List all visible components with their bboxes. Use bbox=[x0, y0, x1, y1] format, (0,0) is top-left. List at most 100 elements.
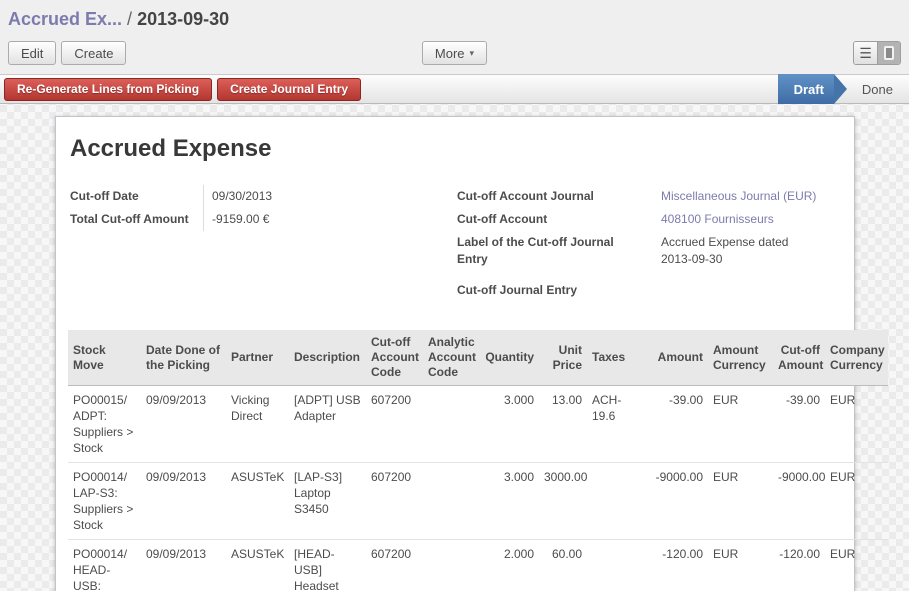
field-cutoff-account-journal: Cut-off Account Journal Miscellaneous Jo… bbox=[455, 185, 842, 208]
field-value: Accrued Expense dated 2013-09-30 bbox=[653, 231, 803, 271]
table-cell: -9000.00 bbox=[645, 463, 708, 540]
table-cell bbox=[423, 463, 479, 540]
column-header[interactable]: Amount Currency bbox=[708, 330, 773, 386]
column-header[interactable]: Partner bbox=[226, 330, 289, 386]
field-journal-entry-label: Label of the Cut-off Journal Entry Accru… bbox=[455, 231, 842, 271]
chevron-down-icon: ▾ bbox=[470, 48, 475, 59]
breadcrumb-separator: / bbox=[122, 9, 137, 29]
column-header[interactable]: Company Currency bbox=[825, 330, 888, 386]
lines-list-view: Stock MoveDate Done of the PickingPartne… bbox=[68, 330, 888, 591]
table-cell: [HEAD-USB] Headset USB bbox=[289, 540, 366, 591]
table-cell: EUR bbox=[708, 540, 773, 591]
field-label: Cut-off Account Journal bbox=[455, 185, 653, 208]
table-cell: 09/09/2013 bbox=[141, 540, 226, 591]
form-sheet: Accrued Expense Cut-off Date 09/30/2013 … bbox=[55, 116, 855, 591]
more-button[interactable]: More ▾ bbox=[422, 41, 487, 65]
table-cell: -120.00 bbox=[773, 540, 825, 591]
view-switcher: ☰ bbox=[853, 41, 901, 65]
content-area: Accrued Expense Cut-off Date 09/30/2013 … bbox=[0, 104, 909, 591]
table-cell: PO00014/ HEAD-USB: Suppliers > Stock bbox=[68, 540, 141, 591]
state-draft: Draft bbox=[778, 74, 834, 104]
table-cell: ASUSTeK bbox=[226, 463, 289, 540]
table-cell: 09/09/2013 bbox=[141, 386, 226, 463]
table-cell: -9000.00 bbox=[773, 463, 825, 540]
table-cell: 2.000 bbox=[479, 540, 539, 591]
page-title: Accrued Expense bbox=[70, 135, 842, 163]
field-label: Cut-off Journal Entry bbox=[455, 279, 653, 302]
table-cell: 13.00 bbox=[539, 386, 587, 463]
breadcrumb-current: 2013-09-30 bbox=[137, 9, 229, 29]
field-cutoff-journal-entry: Cut-off Journal Entry bbox=[455, 279, 842, 302]
column-header[interactable]: Stock Move bbox=[68, 330, 141, 386]
table-cell: PO00014/ LAP-S3: Suppliers > Stock bbox=[68, 463, 141, 540]
field-label: Label of the Cut-off Journal Entry bbox=[455, 231, 653, 271]
column-header[interactable]: Unit Price bbox=[539, 330, 587, 386]
table-cell: ACH-19.6 bbox=[587, 386, 645, 463]
status-bar: Re-Generate Lines from Picking Create Jo… bbox=[0, 74, 909, 104]
table-cell: ASUSTeK bbox=[226, 540, 289, 591]
field-group-right: Cut-off Account Journal Miscellaneous Jo… bbox=[455, 185, 842, 302]
table-cell bbox=[587, 463, 645, 540]
form-icon bbox=[884, 46, 894, 60]
table-row[interactable]: PO00015/ ADPT: Suppliers > Stock09/09/20… bbox=[68, 386, 888, 463]
table-cell: EUR bbox=[825, 463, 888, 540]
column-header[interactable]: Quantity bbox=[479, 330, 539, 386]
column-header[interactable]: Cut-off Account Code bbox=[366, 330, 423, 386]
column-header[interactable]: Description bbox=[289, 330, 366, 386]
table-cell: [LAP-S3] Laptop S3450 bbox=[289, 463, 366, 540]
table-cell: EUR bbox=[708, 463, 773, 540]
field-value bbox=[653, 279, 661, 302]
table-cell: 09/09/2013 bbox=[141, 463, 226, 540]
field-label: Cut-off Account bbox=[455, 208, 653, 231]
top-bar: Accrued Ex.../2013-09-30 Edit Create Mor… bbox=[0, 0, 909, 74]
column-header[interactable]: Analytic Account Code bbox=[423, 330, 479, 386]
table-cell: [ADPT] USB Adapter bbox=[289, 386, 366, 463]
column-header[interactable]: Amount bbox=[645, 330, 708, 386]
breadcrumb-parent-link[interactable]: Accrued Ex... bbox=[8, 9, 122, 29]
table-cell: -39.00 bbox=[645, 386, 708, 463]
table-cell: EUR bbox=[825, 386, 888, 463]
create-journal-entry-button[interactable]: Create Journal Entry bbox=[217, 78, 361, 101]
create-button[interactable]: Create bbox=[61, 41, 126, 65]
field-groups: Cut-off Date 09/30/2013 Total Cut-off Am… bbox=[68, 185, 842, 302]
table-header-row: Stock MoveDate Done of the PickingPartne… bbox=[68, 330, 888, 386]
toolbar: Edit Create More ▾ ☰ bbox=[8, 40, 901, 66]
table-cell: 607200 bbox=[366, 540, 423, 591]
table-cell: -120.00 bbox=[645, 540, 708, 591]
field-value: -9159.00 € bbox=[203, 208, 269, 231]
column-header[interactable]: Cut-off Amount bbox=[773, 330, 825, 386]
table-cell: 3000.00 bbox=[539, 463, 587, 540]
field-label: Total Cut-off Amount bbox=[68, 208, 203, 231]
field-total-cutoff-amount: Total Cut-off Amount -9159.00 € bbox=[68, 208, 455, 231]
table-cell: 3.000 bbox=[479, 463, 539, 540]
lines-table: Stock MoveDate Done of the PickingPartne… bbox=[68, 330, 888, 591]
field-value: 09/30/2013 bbox=[203, 185, 272, 208]
list-view-button[interactable]: ☰ bbox=[854, 42, 877, 64]
table-cell: 3.000 bbox=[479, 386, 539, 463]
field-group-left: Cut-off Date 09/30/2013 Total Cut-off Am… bbox=[68, 185, 455, 302]
column-header[interactable]: Date Done of the Picking bbox=[141, 330, 226, 386]
table-cell: Vicking Direct bbox=[226, 386, 289, 463]
table-cell: 607200 bbox=[366, 463, 423, 540]
breadcrumb: Accrued Ex.../2013-09-30 bbox=[8, 6, 901, 32]
table-cell: 607200 bbox=[366, 386, 423, 463]
regenerate-lines-button[interactable]: Re-Generate Lines from Picking bbox=[4, 78, 212, 101]
table-row[interactable]: PO00014/ HEAD-USB: Suppliers > Stock09/0… bbox=[68, 540, 888, 591]
field-cutoff-date: Cut-off Date 09/30/2013 bbox=[68, 185, 455, 208]
cutoff-account-link[interactable]: 408100 Fournisseurs bbox=[661, 212, 774, 226]
column-header[interactable]: Taxes bbox=[587, 330, 645, 386]
table-cell bbox=[423, 386, 479, 463]
edit-button[interactable]: Edit bbox=[8, 41, 56, 65]
form-view-button[interactable] bbox=[877, 42, 900, 64]
list-icon: ☰ bbox=[859, 46, 872, 60]
table-cell: 60.00 bbox=[539, 540, 587, 591]
table-cell: EUR bbox=[708, 386, 773, 463]
table-cell bbox=[587, 540, 645, 591]
more-button-label: More bbox=[435, 46, 465, 61]
table-cell: EUR bbox=[825, 540, 888, 591]
table-row[interactable]: PO00014/ LAP-S3: Suppliers > Stock09/09/… bbox=[68, 463, 888, 540]
field-cutoff-account: Cut-off Account 408100 Fournisseurs bbox=[455, 208, 842, 231]
field-label: Cut-off Date bbox=[68, 185, 203, 208]
table-cell: -39.00 bbox=[773, 386, 825, 463]
cutoff-account-journal-link[interactable]: Miscellaneous Journal (EUR) bbox=[661, 189, 816, 203]
